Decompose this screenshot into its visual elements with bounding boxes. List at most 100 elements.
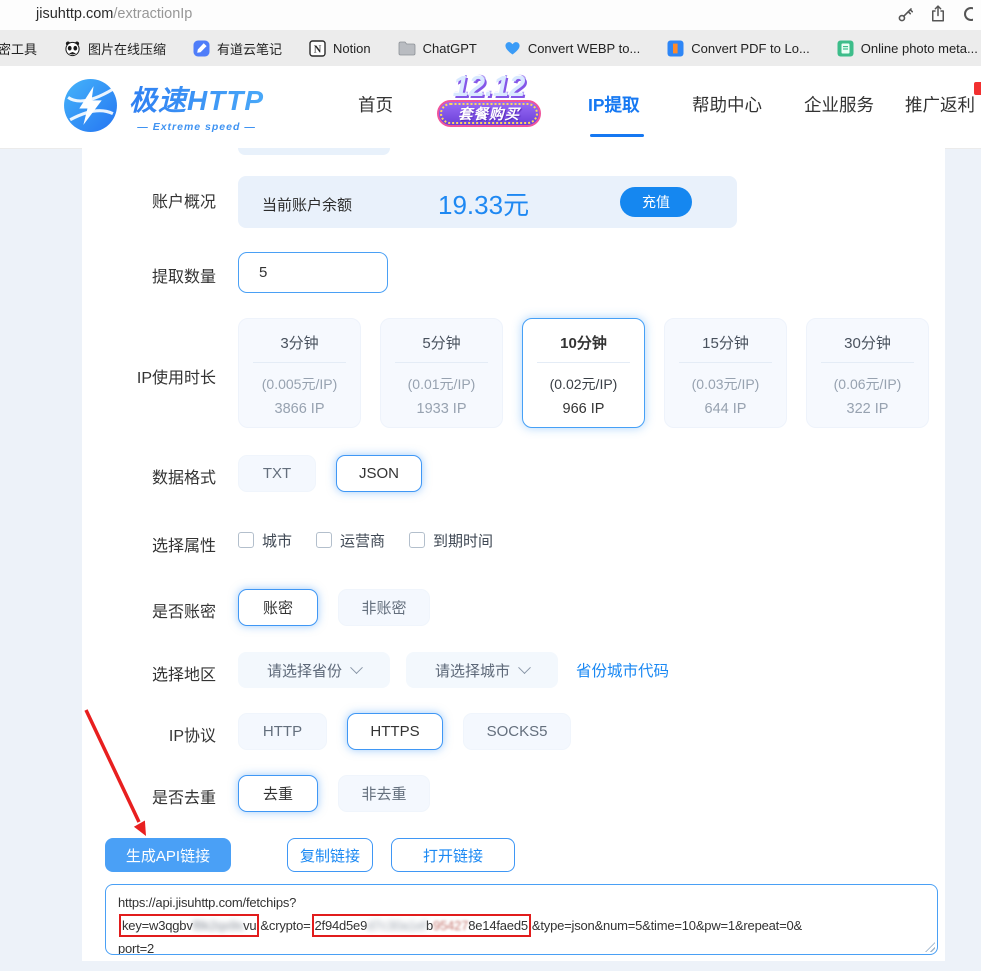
green-photo-icon (837, 40, 854, 56)
dedupe-label: 是否去重 (151, 790, 216, 807)
protocol-options: HTTP HTTPS SOCKS5 (238, 713, 571, 750)
attribute-expiry[interactable]: 到期时间 (409, 530, 493, 551)
bookmarks-bar: 加密工具 图片在线压缩 有道云笔记 N Notion ChatGPT Conve… (0, 30, 981, 67)
dedupe-options: 去重 非去重 (238, 775, 430, 812)
auth-option-no-credentials[interactable]: 非账密 (338, 589, 430, 626)
attribute-isp[interactable]: 运营商 (316, 530, 385, 551)
extraction-form-card: 账户概况 当前账户余额 19.33元 充值 提取数量 5 IP使用时长 3分钟 … (82, 148, 945, 961)
share-icon[interactable] (929, 4, 947, 24)
folder-icon (398, 41, 416, 55)
key-redaction-box: key=w3qgbvf8k2qx9svu (119, 914, 260, 937)
blue-heart-icon (505, 42, 520, 55)
open-link-button[interactable]: 打开链接 (391, 838, 515, 872)
api-url-line3: port=2 (118, 941, 155, 955)
generate-api-link-button[interactable]: 生成API链接 (105, 838, 231, 872)
chevron-down-icon (350, 660, 363, 674)
site-header: 极速HTTP — Extreme speed — 首页 12.12 套餐购买 I… (0, 66, 981, 149)
masked-key: f8k2qx9s (192, 918, 244, 933)
api-url-textarea[interactable]: https://api.jisuhttp.com/fetchips? key=w… (105, 884, 938, 955)
province-city-code-link[interactable]: 省份城市代码 (576, 659, 669, 681)
nav-referral[interactable]: 推广返利 (905, 92, 975, 117)
logo-name: 极速HTTP (129, 79, 264, 119)
svg-text:N: N (314, 44, 322, 55)
balance-value: 19.33元 (438, 190, 530, 220)
promo-date: 12.12 (452, 71, 526, 103)
site-logo[interactable]: 极速HTTP — Extreme speed — (62, 77, 264, 134)
account-balance-box: 当前账户余额 19.33元 充值 (238, 176, 737, 228)
auth-option-credentials[interactable]: 账密 (238, 589, 318, 626)
protocol-option-https[interactable]: HTTPS (347, 713, 443, 750)
quantity-label: 提取数量 (151, 269, 216, 286)
attribute-city[interactable]: 城市 (238, 530, 292, 551)
bookmark-encrypt-tool[interactable]: 加密工具 (0, 39, 37, 58)
bookmark-image-compress[interactable]: 图片在线压缩 (64, 39, 166, 58)
protocol-option-socks5[interactable]: SOCKS5 (463, 713, 571, 750)
duration-option-5min[interactable]: 5分钟 (0.01元/IP) 1933 IP (380, 318, 503, 428)
balance-label: 当前账户余额 (262, 197, 353, 214)
duration-option-30min[interactable]: 30分钟 (0.06元/IP) 322 IP (806, 318, 929, 428)
browser-url-bar[interactable]: jisuhttp.com/extractionIp (0, 0, 981, 30)
format-label: 数据格式 (151, 470, 216, 487)
clipped-toolbar-icon[interactable] (961, 5, 973, 24)
nav-home[interactable]: 首页 (358, 92, 393, 117)
copy-link-button[interactable]: 复制链接 (287, 838, 373, 872)
bookmark-convert-webp[interactable]: Convert WEBP to... (504, 40, 640, 56)
url-path: /extractionIp (113, 6, 193, 22)
url-text[interactable]: jisuhttp.com/extractionIp (36, 6, 192, 22)
notion-icon: N (309, 39, 326, 57)
protocol-label: IP协议 (168, 728, 216, 745)
duration-label: IP使用时长 (136, 370, 216, 387)
auth-options: 账密 非账密 (238, 589, 430, 626)
lightning-logo-icon (64, 79, 117, 132)
crypto-redaction-box: 2f94d5e9d7c30a1efb954278e14faed5 (311, 914, 531, 937)
dedupe-option-no[interactable]: 非去重 (338, 775, 430, 812)
youdao-pencil-icon (193, 40, 210, 56)
attribute-options: 城市 运营商 到期时间 (238, 530, 493, 550)
bookmark-convert-pdf[interactable]: Convert PDF to Lo... (667, 40, 810, 57)
bookmark-chatgpt-folder[interactable]: ChatGPT (398, 41, 477, 56)
api-url-line1: https://api.jisuhttp.com/fetchips? (118, 895, 297, 910)
url-host: jisuhttp.com (36, 6, 114, 22)
promo-banner-1212[interactable]: 12.12 套餐购买 (433, 72, 545, 138)
duration-option-3min[interactable]: 3分钟 (0.005元/IP) 3866 IP (238, 318, 361, 428)
auth-label: 是否账密 (151, 604, 216, 621)
partial-input-above (238, 148, 390, 155)
format-option-json[interactable]: JSON (336, 455, 422, 492)
isp-checkbox[interactable] (316, 532, 333, 548)
textarea-resize-handle[interactable] (925, 942, 935, 952)
screen: jisuhttp.com/extractionIp 加密工具 图片在线压缩 有道… (0, 0, 981, 971)
duration-option-15min[interactable]: 15分钟 (0.03元/IP) 644 IP (664, 318, 787, 428)
account-overview-label: 账户概况 (151, 194, 216, 211)
quantity-input[interactable]: 5 (238, 252, 388, 293)
chevron-down-icon (518, 660, 531, 674)
nav-help-center[interactable]: 帮助中心 (692, 92, 762, 117)
format-option-txt[interactable]: TXT (238, 455, 316, 492)
city-select[interactable]: 请选择城市 (406, 652, 558, 688)
city-checkbox[interactable] (238, 532, 254, 548)
dedupe-option-yes[interactable]: 去重 (238, 775, 318, 812)
password-key-icon[interactable] (896, 5, 915, 24)
duration-option-10min[interactable]: 10分钟 (0.02元/IP) 966 IP (522, 318, 645, 428)
protocol-option-http[interactable]: HTTP (238, 713, 327, 750)
region-controls: 请选择省份 请选择城市 省份城市代码 (238, 652, 669, 688)
bookmark-notion[interactable]: N Notion (309, 39, 371, 57)
nav-enterprise[interactable]: 企业服务 (804, 92, 874, 117)
pdf-converter-icon (667, 40, 684, 56)
logo-tagline: — Extreme speed — (137, 120, 256, 133)
promo-buy-label: 套餐购买 (458, 107, 520, 123)
nav-active-underline (590, 134, 644, 137)
nav-notification-badge (974, 82, 981, 95)
bookmark-youdao-note[interactable]: 有道云笔记 (193, 39, 282, 58)
panda-icon (65, 41, 80, 56)
expiry-checkbox[interactable] (409, 532, 426, 548)
province-select[interactable]: 请选择省份 (238, 652, 390, 688)
region-label: 选择地区 (151, 667, 216, 684)
bookmark-photo-meta[interactable]: Online photo meta... (837, 40, 978, 57)
attributes-label: 选择属性 (151, 538, 216, 555)
masked-crypto-2: 95427 (433, 918, 469, 933)
format-options: TXT JSON (238, 455, 422, 492)
nav-ip-extract[interactable]: IP提取 (588, 92, 640, 117)
masked-crypto: d7c30a1ef (367, 918, 427, 933)
recharge-button[interactable]: 充值 (620, 187, 692, 217)
duration-options: 3分钟 (0.005元/IP) 3866 IP 5分钟 (0.01元/IP) 1… (238, 318, 929, 428)
